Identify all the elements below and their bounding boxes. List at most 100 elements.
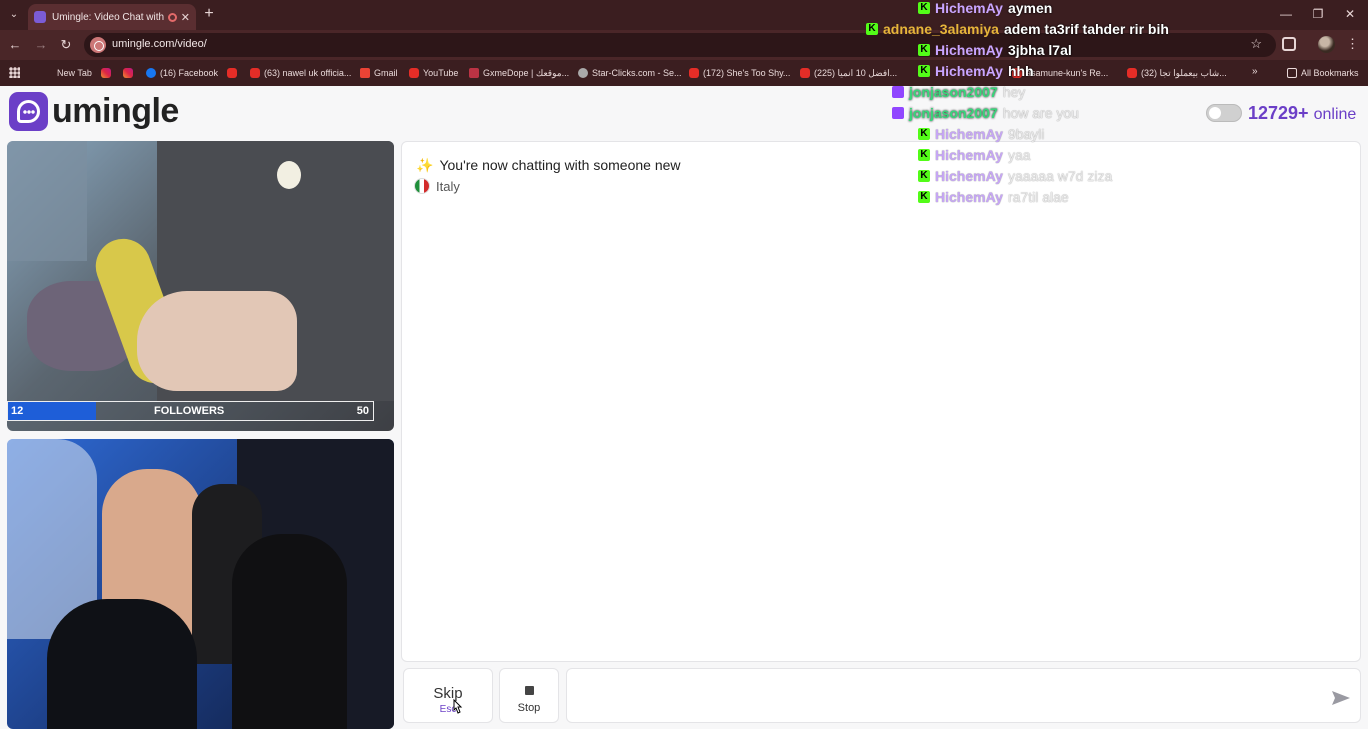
bookmark-item[interactable] [101,66,111,80]
minimize-icon[interactable]: — [1276,6,1296,22]
overlay-chat-line: Kadnane_3alamiya adem ta3rif tahder rir b… [866,21,1169,37]
kick-badge-icon: K [918,44,930,56]
overlay-chat-line: K HichemAy 9bayli [918,126,1045,142]
bookmark-item[interactable]: GxmeDope | موقعك... [469,66,569,80]
restore-icon[interactable]: ❐ [1308,6,1328,22]
bookmark-label: Star-Clicks.com - Se... [592,68,682,78]
mouse-cursor-icon [453,698,463,714]
overlay-chat-message: hey [1002,84,1026,100]
bookmark-label: (63) nawel uk officia... [264,68,352,78]
browser-tab[interactable]: Umingle: Video Chat with S ✕ [28,4,196,30]
youtube-icon [227,68,237,78]
followers-current: 12 [11,405,24,417]
profile-avatar[interactable] [1318,36,1335,53]
overlay-chat-message: adem ta3rif tahder rir bih [1003,21,1169,37]
stop-button[interactable]: Stop [499,668,559,723]
stop-icon [525,686,534,695]
all-bookmarks[interactable]: All Bookmarks [1287,66,1359,80]
typing-dots-icon [23,110,35,114]
new-tab-icon[interactable]: + [201,6,217,22]
overlay-chat-user: HichemAy [935,63,1003,79]
bookmark-item[interactable] [123,66,133,80]
site-info-icon[interactable] [90,37,106,53]
overlay-chat-user: HichemAy [935,0,1003,16]
overlay-chat-line: K HichemAy yaaaaa w7d ziza [918,168,1112,184]
umingle-logo-icon[interactable] [9,92,48,131]
overlay-chat-message: 9bayli [1007,126,1045,142]
bookmark-label: All Bookmarks [1301,68,1359,78]
reload-icon[interactable]: ↻ [58,37,74,53]
instagram-icon [123,68,133,78]
bookmark-label: (172) She's Too Shy... [703,68,791,78]
extensions-icon[interactable] [1282,37,1296,51]
more-bookmarks-icon[interactable]: » [1252,66,1258,77]
gmail-icon [360,68,370,78]
bookmark-label: New Tab [57,68,92,78]
kick-badge-icon: K [918,191,930,203]
folder-icon [1287,68,1297,78]
bookmark-item[interactable]: (32) شاب بيعملوا تجا... [1127,66,1227,80]
theme-toggle[interactable] [1206,104,1242,122]
bookmark-item[interactable]: Star-Clicks.com - Se... [578,66,682,80]
self-video [7,439,394,729]
overlay-chat-user: jonjason2007 [909,84,998,100]
bookmark-label: GxmeDope | موقعك... [483,67,570,78]
umingle-page: umingle 12729+ online 12 FOLLOWERS 50 ✨ Y… [0,86,1368,729]
kick-badge-icon: K [866,23,878,35]
italy-flag-icon [414,178,430,194]
youtube-icon [409,68,419,78]
overlay-chat-user: HichemAy [935,168,1003,184]
system-message: ✨ You're now chatting with someone new [416,157,681,174]
overlay-chat-line: K HichemAy ra7til alae [918,189,1069,205]
bookmark-item[interactable]: New Tab [57,66,92,80]
kick-badge-icon: K [918,170,930,182]
skip-shortcut: Esc [439,704,457,715]
bookmark-label: YouTube [423,68,459,78]
bookmark-star-icon[interactable]: ☆ [1250,36,1262,52]
back-icon[interactable]: ← [7,37,23,53]
overlay-chat-user: adnane_3alamiya [883,21,999,37]
chat-panel: ✨ You're now chatting with someone new It… [401,141,1361,662]
youtube-icon [1127,68,1137,78]
tab-search-icon[interactable]: ⌄ [6,7,22,23]
overlay-chat-user: HichemAy [935,126,1003,142]
bookmark-label: Gmail [374,68,398,78]
youtube-icon [250,68,260,78]
overlay-chat-message: 3jbha l7al [1007,42,1072,58]
pendant [277,161,301,189]
bookmark-label: (16) Facebook [160,68,219,78]
overlay-chat-user: HichemAy [935,147,1003,163]
youtube-icon [800,68,810,78]
overlay-chat-message: aymen [1007,0,1053,16]
facebook-icon [146,68,156,78]
tab-title: Umingle: Video Chat with S [52,11,164,23]
bookmark-item[interactable]: Gmail [360,66,398,80]
stop-label: Stop [517,702,541,714]
send-icon[interactable] [1332,691,1350,705]
window-close-icon[interactable]: ✕ [1340,6,1360,22]
kick-badge-icon: K [918,65,930,77]
skip-button[interactable]: Skip Esc [403,668,493,723]
recording-icon [167,12,177,22]
overlay-chat-message: yaa [1007,147,1031,163]
browser-menu-icon[interactable]: ⋮ [1346,36,1359,52]
overlay-chat-line: K HichemAy aymen [918,0,1052,16]
tab-close-icon[interactable]: ✕ [181,11,190,24]
overlay-chat-line: jonjason2007 how are you [892,105,1079,121]
logo-text[interactable]: umingle [52,92,179,131]
person-front-left [47,599,197,729]
bookmark-item[interactable]: (225) افضل 10 انميا... [800,66,897,80]
bookmark-item[interactable]: (63) nawel uk officia... [250,66,351,80]
bookmark-item[interactable]: YouTube [409,66,458,80]
bookmark-label: asamune-kun's Re... [1026,68,1109,78]
apps-grid-icon[interactable] [9,67,20,78]
country-name: Italy [436,178,460,194]
overlay-chat-user: HichemAy [935,189,1003,205]
bookmark-item[interactable] [227,66,237,80]
kick-badge-icon: K [918,128,930,140]
system-message-text: You're now chatting with someone new [439,157,681,173]
forward-icon[interactable]: → [33,37,49,53]
bookmark-item[interactable]: (16) Facebook [146,66,218,80]
bookmark-item[interactable]: (172) She's Too Shy... [689,66,790,80]
message-input[interactable] [566,668,1361,723]
